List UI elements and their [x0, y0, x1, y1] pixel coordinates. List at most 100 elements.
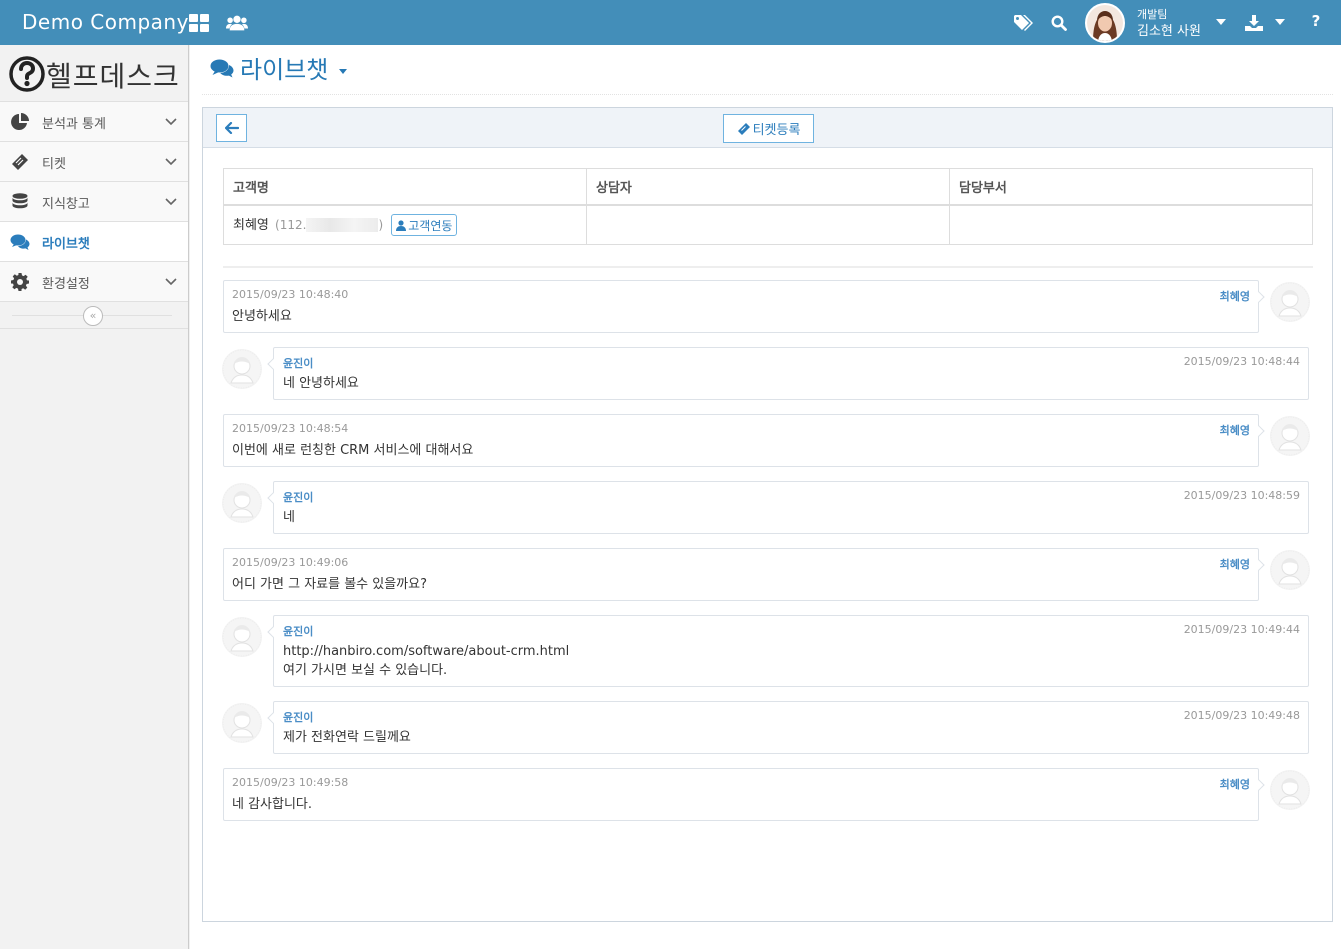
customer-ip: (112.)	[275, 217, 384, 232]
register-ticket-label: 티켓등록	[752, 123, 801, 138]
message-time: 2015/09/23 10:48:54	[232, 422, 349, 435]
ticket-icon	[737, 122, 750, 135]
bubble-arrow	[1253, 779, 1265, 791]
message-line: 제가 전화연락 드릴께요	[283, 730, 411, 745]
arrow-left-icon	[224, 122, 239, 134]
bubble-arrow	[267, 358, 279, 370]
bubble-arrow	[267, 626, 279, 638]
message-line: 네	[283, 510, 295, 525]
page-title[interactable]: 라이브챗	[240, 50, 328, 85]
message-text: 이번에 새로 런칭한 CRM 서비스에 대해서요	[232, 441, 473, 460]
message-sender[interactable]: 윤진이	[283, 709, 313, 725]
register-ticket-button[interactable]: 티켓등록	[723, 114, 814, 143]
table-header-row: 고객명 상담자 담당부서	[223, 168, 1313, 206]
message-sender[interactable]: 최혜영	[1220, 288, 1250, 304]
chat-message: 2015/09/23 10:49:06 최혜영어디 가면 그 자료를 볼수 있을까…	[223, 548, 1265, 601]
back-button[interactable]	[216, 114, 247, 142]
database-icon	[10, 192, 30, 212]
company-name[interactable]: Demo Company	[22, 10, 189, 34]
chat-icon	[10, 232, 30, 252]
page-title-caret-icon[interactable]	[339, 69, 347, 74]
message-line: 네 감사합니다.	[232, 797, 313, 812]
bubble-arrow	[267, 712, 279, 724]
download-icon[interactable]	[1243, 12, 1265, 34]
message-line: 어디 가면 그 자료를 볼수 있을까요?	[232, 577, 428, 592]
message-text: 제가 전화연락 드릴께요	[283, 728, 411, 747]
message-text: http://hanbiro.com/software/about-crm.ht…	[283, 642, 569, 680]
chat-panel: 티켓등록 고객명 상담자 담당부서 최혜영 (112.) 고객연동 2015/0…	[202, 107, 1333, 922]
chat-message: 2015/09/23 10:48:59 윤진이네	[267, 481, 1309, 534]
user-avatar[interactable]	[1085, 3, 1125, 43]
agent-avatar-icon	[222, 349, 262, 389]
column-header: 담당부서	[949, 168, 1313, 206]
sidebar-item-label: 분석과 통계	[42, 117, 106, 132]
message-line: 이번에 새로 런칭한 CRM 서비스에 대해서요	[232, 443, 474, 458]
chat-message: 2015/09/23 10:49:48 윤진이제가 전화연락 드릴께요	[267, 701, 1309, 754]
chat-message: 2015/09/23 10:48:40 최혜영 안녕하세요	[223, 280, 1265, 333]
message-text: 어디 가면 그 자료를 볼수 있을까요?	[232, 575, 427, 594]
message-sender[interactable]: 최혜영	[1220, 422, 1250, 438]
message-text: 네	[283, 508, 295, 527]
message-sender[interactable]: 최혜영	[1220, 776, 1250, 792]
bubble-arrow	[1253, 559, 1265, 571]
message-time: 2015/09/23 10:49:44	[1183, 623, 1300, 636]
message-time: 2015/09/23 10:49:58	[232, 776, 349, 789]
bubble-arrow	[1253, 291, 1265, 303]
message-line: http://hanbiro.com/software/about-crm.ht…	[283, 644, 570, 659]
user-icon	[396, 219, 407, 231]
app-logo[interactable]: 헬프데스크	[0, 45, 188, 102]
chevron-down-icon	[165, 158, 177, 166]
sidebar-item-label: 환경설정	[42, 277, 90, 292]
download-menu-caret-icon[interactable]	[1275, 19, 1285, 25]
user-menu-caret-icon[interactable]	[1216, 19, 1226, 25]
search-icon[interactable]	[1048, 12, 1070, 34]
question-logo-icon	[9, 56, 45, 92]
counselor-cell	[586, 204, 950, 245]
panel-toolbar: 티켓등록	[203, 108, 1332, 148]
message-text: 안녕하세요	[232, 307, 292, 326]
customer-avatar-icon	[1270, 770, 1310, 810]
message-time: 2015/09/23 10:49:48	[1183, 709, 1300, 722]
agent-avatar-icon	[222, 703, 262, 743]
ticket-icon	[10, 152, 30, 172]
chat-message: 2015/09/23 10:49:44 윤진이 http://hanbiro.com…	[267, 615, 1309, 687]
message-sender[interactable]: 윤진이	[283, 355, 313, 371]
sidebar-item-ticket[interactable]: 티켓	[0, 142, 188, 182]
apps-grid-icon[interactable]	[188, 12, 210, 34]
bubble-arrow	[1253, 425, 1265, 437]
agent-avatar-icon	[222, 483, 262, 523]
customer-name: 최혜영	[233, 217, 269, 233]
table-row: 최혜영 (112.) 고객연동	[223, 204, 1313, 245]
chat-message: 2015/09/23 10:48:44 윤진이 네 안녕하세요	[267, 347, 1309, 400]
message-line: 안녕하세요	[232, 309, 292, 324]
message-time: 2015/09/23 10:49:06	[232, 556, 349, 569]
sidebar-item-livechat[interactable]: 라이브챗	[0, 222, 188, 262]
user-name[interactable]: 김소현 사원	[1137, 20, 1201, 39]
customer-cell: 최혜영 (112.) 고객연동	[223, 204, 587, 245]
header-divider	[202, 94, 1333, 95]
message-sender[interactable]: 최혜영	[1220, 556, 1250, 572]
chat-message: 2015/09/23 10:49:58 최혜영네 감사합니다.	[223, 768, 1265, 821]
message-sender[interactable]: 윤진이	[283, 489, 313, 505]
message-sender[interactable]: 윤진이	[283, 623, 313, 639]
chat-icon	[210, 59, 234, 78]
sidebar-item-knowledge[interactable]: 지식창고	[0, 182, 188, 222]
customer-info-table: 고객명 상담자 담당부서 최혜영 (112.) 고객연동	[223, 168, 1313, 245]
customer-avatar-icon	[1270, 550, 1310, 590]
help-icon[interactable]: ?	[1309, 12, 1323, 30]
top-navbar: Demo Company 개발팀 김소현 사원 ?	[0, 0, 1341, 45]
double-chevron-left-icon[interactable]: «	[83, 306, 103, 326]
redacted-ip	[306, 218, 379, 232]
pie-chart-icon	[10, 112, 30, 132]
sidebar-item-settings[interactable]: 환경설정	[0, 262, 188, 302]
message-text: 네 감사합니다.	[232, 795, 312, 814]
chevron-down-icon	[165, 198, 177, 206]
sidebar-item-analytics[interactable]: 분석과 통계	[0, 102, 188, 142]
chat-divider	[223, 266, 1313, 268]
message-time: 2015/09/23 10:48:59	[1183, 489, 1300, 502]
sidebar-item-label: 라이브챗	[42, 237, 90, 252]
link-customer-button[interactable]: 고객연동	[391, 214, 458, 236]
tags-icon[interactable]	[1013, 12, 1035, 34]
gear-icon	[10, 272, 30, 292]
users-icon[interactable]	[226, 12, 248, 34]
